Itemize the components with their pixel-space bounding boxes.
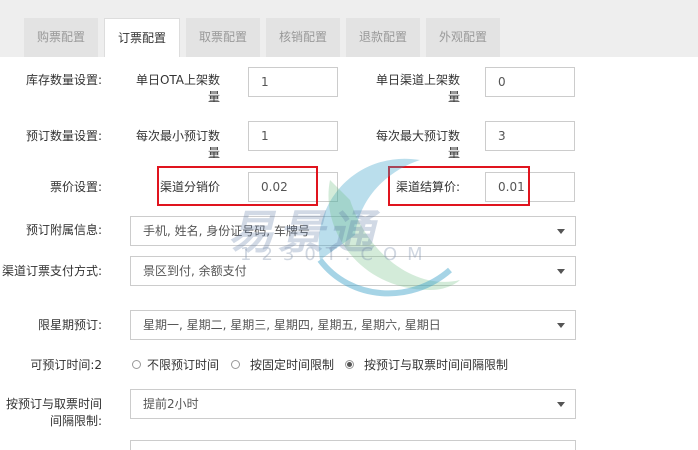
interval-select[interactable]: 提前2小时 (130, 389, 576, 419)
tab-pickup-config[interactable]: 取票配置 (186, 18, 260, 57)
weekday-select[interactable]: 星期一, 星期二, 星期三, 星期四, 星期五, 星期六, 星期日 (130, 310, 576, 340)
radio-fixed-time[interactable] (231, 360, 240, 369)
tab-refund-config[interactable]: 退款配置 (346, 18, 420, 57)
min-booking-label: 每次最小预订数量 (135, 129, 220, 160)
chevron-down-icon (557, 269, 565, 274)
radio-interval-limit-label: 按预订与取票时间间隔限制 (364, 358, 509, 372)
watermark-subtext: 1230T.COM (240, 244, 433, 265)
chevron-down-icon (557, 402, 565, 407)
ota-quantity-label: 单日OTA上架数量 (135, 73, 220, 104)
channel-quantity-input[interactable]: 0 (485, 67, 575, 97)
radio-no-limit[interactable] (132, 360, 141, 369)
weekday-label: 限星期预订: (37, 318, 102, 332)
tab-purchase-config[interactable]: 购票配置 (24, 18, 98, 57)
weekday-value: 星期一, 星期二, 星期三, 星期四, 星期五, 星期六, 星期日 (143, 318, 441, 332)
chevron-down-icon (557, 323, 565, 328)
radio-no-limit-label: 不限预订时间 (147, 358, 220, 372)
radio-fixed-time-label: 按固定时间限制 (250, 358, 335, 372)
booking-quantity-label: 预订数量设置: (25, 129, 102, 143)
extra-info-label: 预订附属信息: (25, 223, 102, 237)
interval-value: 提前2小时 (143, 397, 199, 411)
payment-label: 渠道订票支付方式: (1, 264, 102, 278)
price-label: 票价设置: (49, 180, 102, 194)
ota-quantity-input[interactable]: 1 (248, 67, 338, 97)
tab-appearance-config[interactable]: 外观配置 (426, 18, 500, 57)
interval-label: 按预订与取票时间间隔限制: (5, 397, 102, 428)
max-booking-input[interactable]: 3 (485, 121, 575, 151)
inventory-label: 库存数量设置: (25, 73, 102, 87)
radio-interval-limit[interactable] (345, 360, 354, 369)
payment-value: 景区到付, 余额支付 (143, 264, 247, 278)
next-field-partial (130, 440, 576, 450)
chevron-down-icon (557, 229, 565, 234)
time-limit-label: 可预订时间:2 (30, 358, 102, 372)
tab-verify-config[interactable]: 核销配置 (266, 18, 340, 57)
tab-booking-config[interactable]: 订票配置 (104, 18, 180, 57)
tab-bar: 购票配置 订票配置 取票配置 核销配置 退款配置 外观配置 (0, 0, 698, 57)
channel-quantity-label: 单日渠道上架数量 (375, 73, 460, 104)
